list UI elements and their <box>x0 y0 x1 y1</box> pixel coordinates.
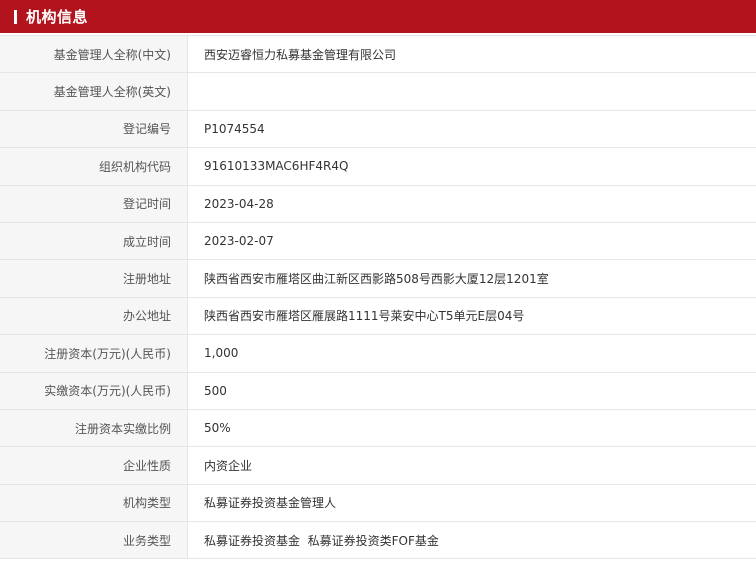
row-value: 陕西省西安市雁塔区曲江新区西影路508号西影大厦12层1201室 <box>204 272 549 287</box>
table-row: 登记编号 P1074554 <box>0 110 756 149</box>
row-label: 企业性质 <box>0 447 188 484</box>
row-label: 机构类型 <box>0 484 188 522</box>
row-value: 内资企业 <box>204 458 253 473</box>
table-row: 组织机构代码 91610133MAC6HF4R4Q <box>0 148 756 186</box>
row-label: 注册地址 <box>0 260 188 297</box>
row-label: 登记编号 <box>0 110 188 148</box>
row-value: 1,000 <box>204 346 239 361</box>
row-label: 业务类型 <box>0 522 188 559</box>
row-label: 注册资本(万元)(人民币) <box>0 335 188 372</box>
row-label: 组织机构代码 <box>0 148 188 185</box>
row-label: 办公地址 <box>0 297 188 335</box>
table-row: 实缴资本(万元)(人民币) 500 <box>0 372 756 410</box>
table-row: 注册资本实缴比例 50% <box>0 409 756 448</box>
row-value: 陕西省西安市雁塔区雁展路1111号莱安中心T5单元E层04号 <box>204 309 525 324</box>
row-label: 登记时间 <box>0 185 188 222</box>
row-value: 50% <box>204 421 231 436</box>
row-label: 实缴资本(万元)(人民币) <box>0 372 188 409</box>
row-label: 注册资本实缴比例 <box>0 409 188 447</box>
table-row: 基金管理人全称(中文) 西安迈睿恒力私募基金管理有限公司 <box>0 36 756 74</box>
section-header: 机构信息 <box>0 0 756 33</box>
row-value: P1074554 <box>204 121 265 136</box>
header-accent-bar <box>14 9 17 24</box>
row-value: 2023-04-28 <box>204 196 274 211</box>
row-value <box>188 73 756 109</box>
row-label: 成立时间 <box>0 222 188 260</box>
table-row: 基金管理人全称(英文) <box>0 73 756 111</box>
table-row: 业务类型 私募证券投资基金 私募证券投资类FOF基金 <box>0 522 756 560</box>
table-row: 成立时间 2023-02-07 <box>0 222 756 261</box>
row-value: 私募证券投资基金 私募证券投资类FOF基金 <box>204 533 439 548</box>
table-row: 机构类型 私募证券投资基金管理人 <box>0 484 756 523</box>
info-table: 基金管理人全称(中文) 西安迈睿恒力私募基金管理有限公司 基金管理人全称(英文)… <box>0 35 756 560</box>
table-row: 登记时间 2023-04-28 <box>0 185 756 223</box>
row-value: 西安迈睿恒力私募基金管理有限公司 <box>204 47 397 62</box>
row-value: 500 <box>204 383 227 398</box>
table-row: 企业性质 内资企业 <box>0 447 756 485</box>
row-label: 基金管理人全称(英文) <box>0 73 188 110</box>
table-row: 注册资本(万元)(人民币) 1,000 <box>0 335 756 373</box>
row-value: 私募证券投资基金管理人 <box>204 496 337 511</box>
table-row: 办公地址 陕西省西安市雁塔区雁展路1111号莱安中心T5单元E层04号 <box>0 297 756 336</box>
table-row: 注册地址 陕西省西安市雁塔区曲江新区西影路508号西影大厦12层1201室 <box>0 260 756 298</box>
section-title: 机构信息 <box>26 8 89 26</box>
row-value: 2023-02-07 <box>204 234 274 249</box>
row-label: 基金管理人全称(中文) <box>0 36 188 73</box>
row-value: 91610133MAC6HF4R4Q <box>204 159 349 174</box>
